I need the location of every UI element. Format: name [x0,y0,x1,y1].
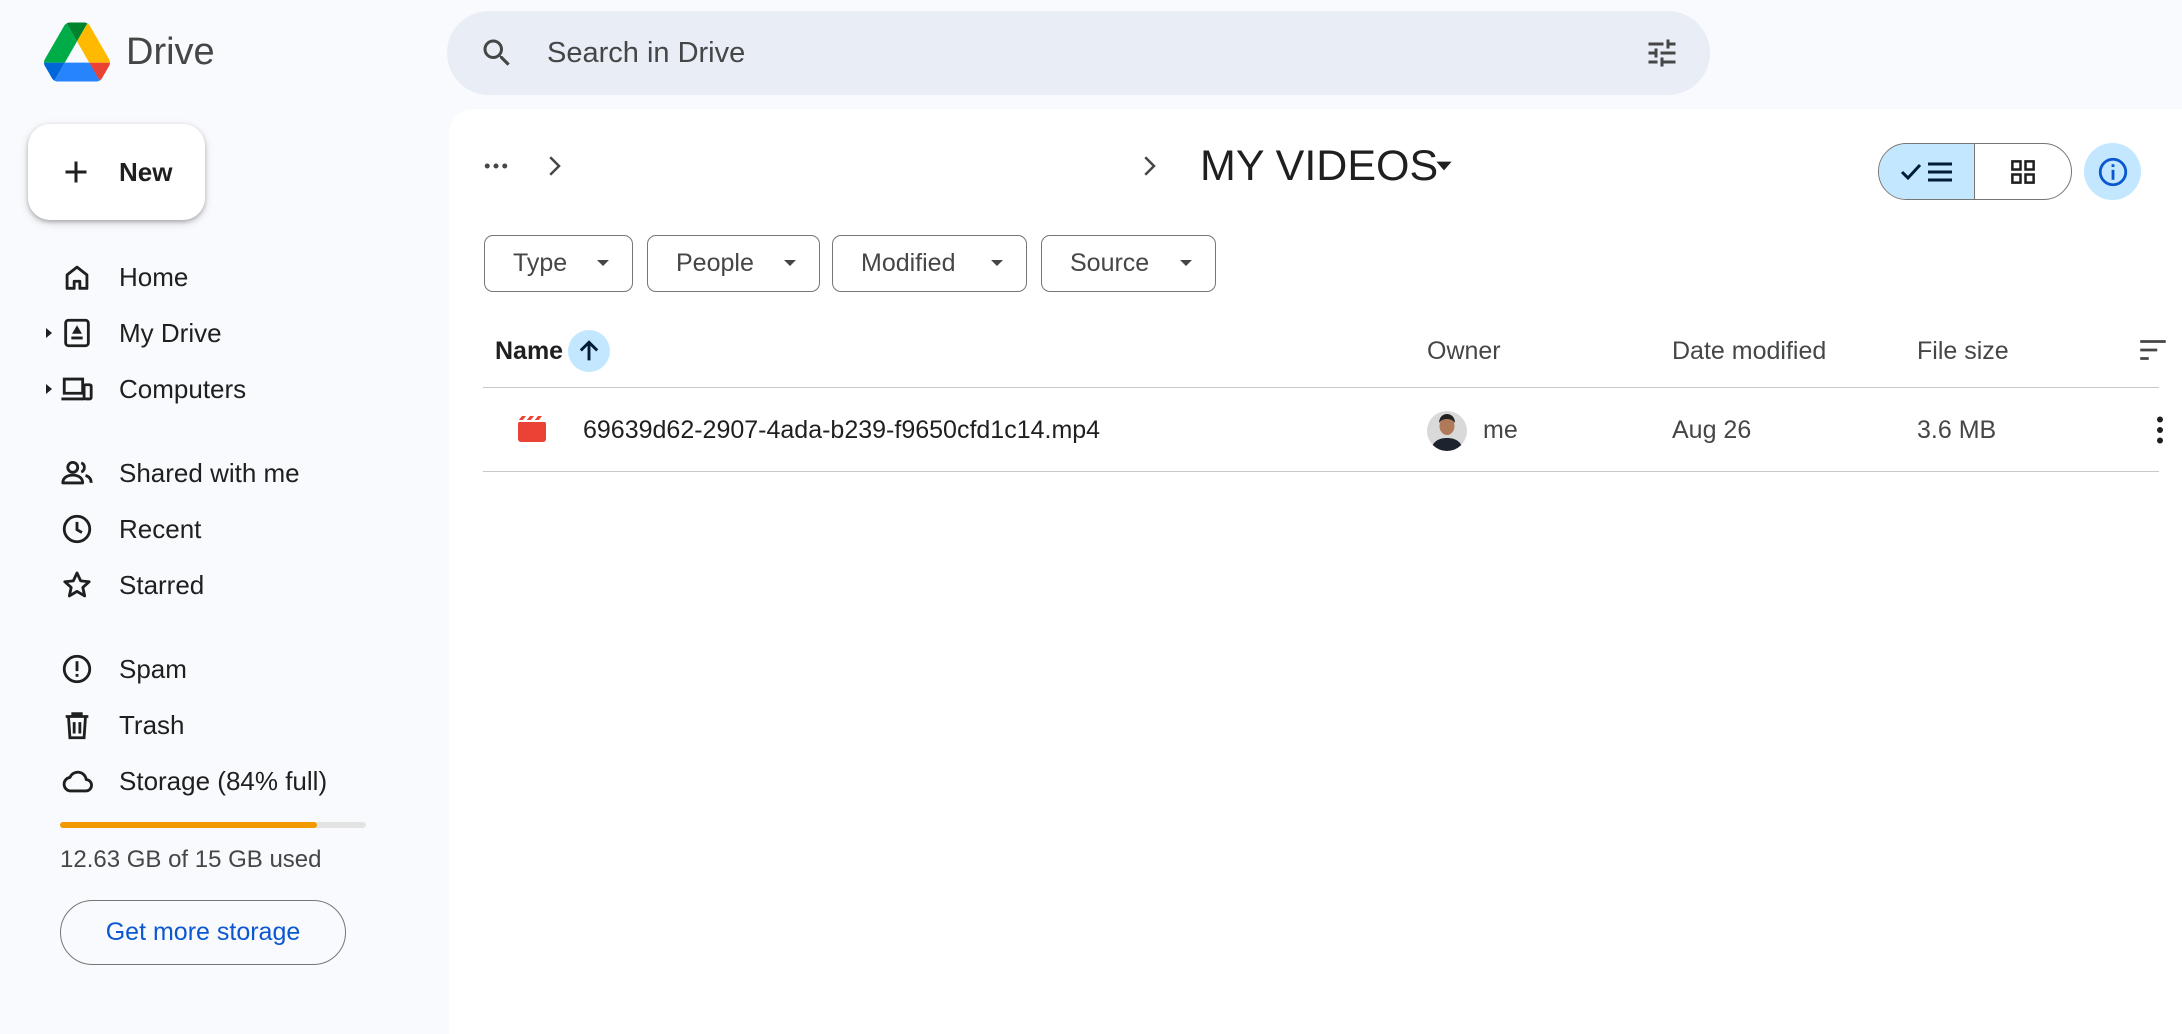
sidebar-item-label: Shared with me [119,457,300,488]
sort-options-icon[interactable] [2136,333,2170,367]
sidebar-item-label: Trash [119,709,185,740]
arrow-up-icon [579,340,599,361]
storage-progress-fill [60,822,318,828]
column-header-name[interactable]: Name [495,314,563,388]
caret-down-icon [597,260,609,266]
file-size: 3.6 MB [1917,416,1997,444]
expand-caret-icon[interactable] [44,326,54,340]
app-name: Drive [126,30,215,73]
get-more-storage-button[interactable]: Get more storage [60,900,346,965]
more-horiz-icon[interactable] [479,151,513,181]
search-input[interactable]: Search in Drive [547,37,745,70]
chevron-right-icon [1144,156,1156,176]
search-bar[interactable]: Search in Drive [447,11,1710,95]
list-view-button[interactable] [1879,144,1975,199]
sidebar-item-shared-with-me[interactable]: Shared with me [0,445,430,501]
sidebar-item-storage[interactable]: Storage (84% full) [0,753,430,809]
clock-icon [62,514,92,544]
sidebar-item-spam[interactable]: Spam [0,641,430,697]
caret-down-icon [784,260,796,266]
filter-chip-source[interactable]: Source [1041,235,1216,292]
info-icon [2098,157,2127,186]
sidebar-item-starred[interactable]: Starred [0,557,430,613]
new-button-label: New [119,156,173,187]
breadcrumb: MY VIDEOS [479,139,1479,193]
sidebar-item-label: Starred [119,569,205,600]
caret-down-icon [1180,260,1192,266]
file-name[interactable]: 69639d62-2907-4ada-b239-f9650cfd1c14.mp4 [583,389,1100,472]
spam-icon [62,654,92,684]
file-date-modified: Aug 26 [1672,416,1752,444]
drive-logo[interactable]: Drive [44,22,215,82]
sidebar-item-label: My Drive [119,317,222,348]
sidebar-item-label: Computers [119,373,247,404]
home-icon [65,265,89,290]
filter-chip-label: People [676,249,754,277]
filter-chip-people[interactable]: People [647,235,820,292]
sidebar-item-recent[interactable]: Recent [0,501,430,557]
main-panel: MY VIDEOS Type People Modified Source Na… [449,109,2182,1034]
my-drive-icon [64,318,90,348]
sidebar-item-label: Recent [119,513,202,544]
view-toggle [1878,143,2072,200]
filter-chip-type[interactable]: Type [484,235,633,292]
storage-progress-bar [60,822,366,828]
column-header-date-modified[interactable]: Date modified [1672,314,1826,388]
plus-icon [65,161,87,183]
sidebar-item-home[interactable]: Home [0,249,430,305]
cloud-icon [62,770,93,793]
folder-title[interactable]: MY VIDEOS [1200,139,1438,193]
column-header-owner: Owner [1427,336,1501,365]
filter-chip-modified[interactable]: Modified [832,235,1027,292]
storage-usage-text: 12.63 GB of 15 GB used [60,846,322,873]
table-header: Name Owner Date modified File size [483,314,2166,388]
search-icon[interactable] [479,35,515,71]
expand-caret-icon[interactable] [44,382,54,396]
sidebar-item-label: Storage (84% full) [119,765,328,796]
new-button[interactable]: New [28,124,205,220]
computers-icon [61,377,93,401]
sidebar-item-trash[interactable]: Trash [0,697,430,753]
star-icon [63,571,91,598]
filter-chip-label: Source [1070,249,1150,277]
trash-icon [65,712,89,740]
check-list-icon [1900,162,1952,181]
drive-logo-icon [44,22,110,82]
file-owner: me [1483,416,1518,444]
chevron-right-icon [549,156,561,176]
search-options-icon[interactable] [1644,35,1680,71]
folder-menu-caret-icon[interactable] [1431,153,1457,179]
caret-down-icon [991,260,1003,266]
sidebar-item-computers[interactable]: Computers [0,361,430,417]
shared-icon [61,460,93,485]
column-header-file-size[interactable]: File size [1917,314,2009,388]
details-button[interactable] [2084,143,2141,200]
video-file-icon [518,416,546,442]
sort-direction-button[interactable] [568,330,610,372]
sidebar-item-my-drive[interactable]: My Drive [0,305,430,361]
table-row[interactable]: 69639d62-2907-4ada-b239-f9650cfd1c14.mp4… [483,389,2163,472]
grid-view-button[interactable] [1975,144,2071,199]
grid-icon [2011,159,2035,184]
filter-chip-label: Type [513,249,568,277]
sidebar-item-label: Spam [119,653,187,684]
sidebar-item-label: Home [119,261,189,292]
filter-chip-label: Modified [861,249,956,277]
avatar [1427,411,1467,451]
more-vert-icon[interactable] [2142,412,2178,448]
